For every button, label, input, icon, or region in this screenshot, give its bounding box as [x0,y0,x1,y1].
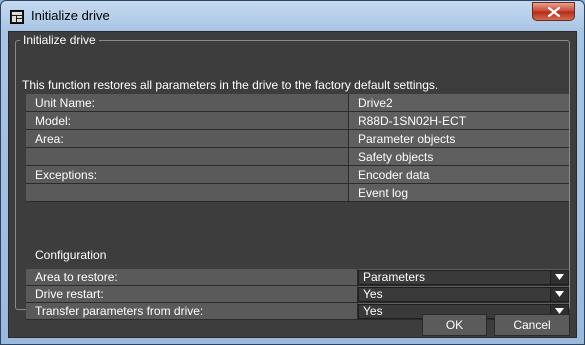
description-text: This function restores all parameters in… [22,78,439,92]
configuration-table: Area to restore: Parameters Drive restar… [26,269,569,320]
drive-app-icon [10,10,24,24]
area-to-restore-select[interactable]: Parameters [358,269,569,285]
drive-restart-select[interactable]: Yes [358,286,569,302]
info-value: Parameter objects [348,129,569,148]
info-label: Model: [26,111,349,130]
table-row: Area to restore: Parameters [26,269,569,286]
info-value: Encoder data [348,165,569,184]
select-value: Yes [363,286,383,301]
dropdown-arrow[interactable] [550,270,568,284]
info-label [26,183,349,202]
config-label: Transfer parameters from drive: [26,302,358,320]
config-label: Drive restart: [26,285,358,303]
info-label: Unit Name: [26,94,349,112]
info-value: Safety objects [348,147,569,166]
group-legend: Initialize drive [20,33,99,47]
select-value: Yes [363,303,383,318]
select-value: Parameters [363,269,426,284]
info-label: Exceptions: [26,165,349,184]
window-title: Initialize drive [31,8,110,23]
table-row: Model: R88D-1SN02H-ECT [26,111,569,130]
table-row: Event log [26,183,569,202]
close-icon [548,7,560,17]
table-row: Drive restart: Yes [26,285,569,303]
table-row: Safety objects [26,147,569,166]
table-row: Transfer parameters from drive: Yes [26,302,569,320]
info-label: Area: [26,129,349,148]
chevron-down-icon [555,290,564,297]
table-row: Area: Parameter objects [26,129,569,148]
info-value: Drive2 [348,94,569,112]
dialog-body: Initialize drive This function restores … [8,31,577,338]
ok-button[interactable]: OK [422,314,487,336]
info-label [26,147,349,166]
close-button[interactable] [532,2,575,21]
table-row: Unit Name: Drive2 [26,94,569,112]
chevron-down-icon [555,307,564,314]
info-value: Event log [348,183,569,202]
config-label: Area to restore: [26,269,358,286]
title-bar[interactable]: Initialize drive [1,1,584,31]
configuration-heading: Configuration [35,248,107,262]
drive-info-table: Unit Name: Drive2 Model: R88D-1SN02H-ECT… [26,94,569,202]
dialog-window: Initialize drive Initialize drive This f… [0,0,585,345]
table-row: Exceptions: Encoder data [26,165,569,184]
cancel-button[interactable]: Cancel [494,314,570,336]
info-value: R88D-1SN02H-ECT [348,111,569,130]
dropdown-arrow[interactable] [550,287,568,301]
chevron-down-icon [555,273,564,280]
